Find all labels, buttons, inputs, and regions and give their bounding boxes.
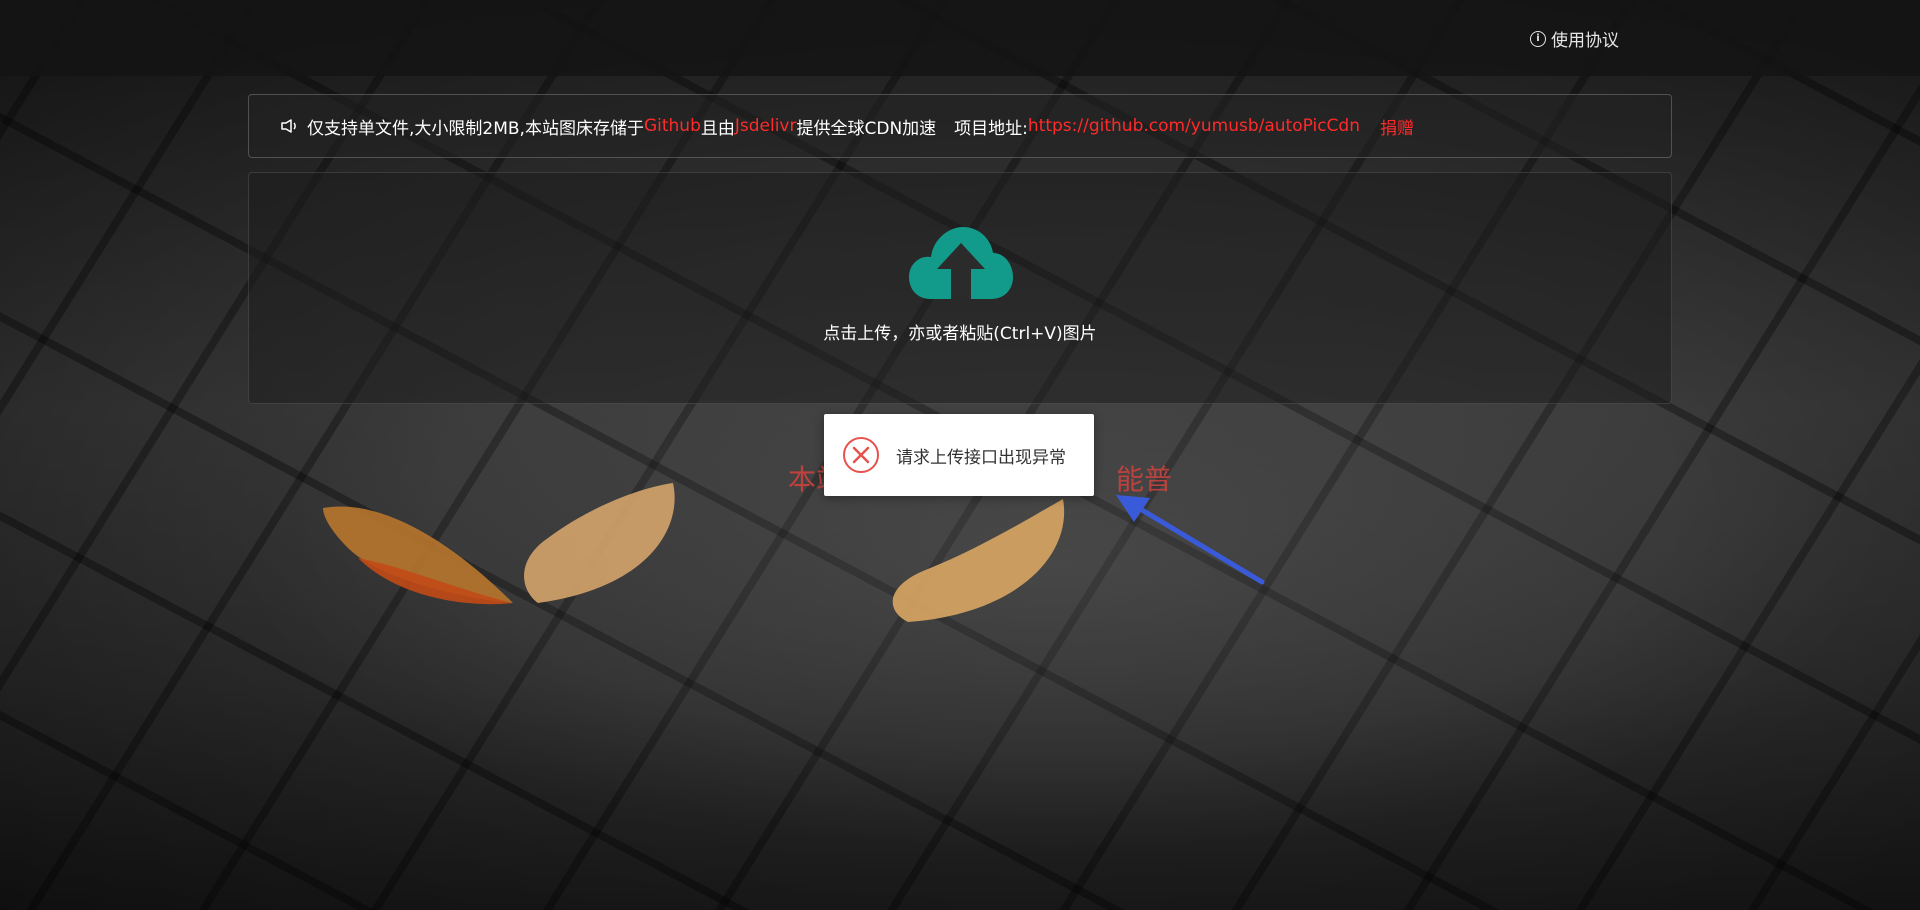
- terms-link[interactable]: i 使用协议: [1530, 26, 1619, 51]
- project-url-link[interactable]: https://github.com/yumusb/autoPicCdn: [1028, 116, 1360, 136]
- error-toast: 请求上传接口出现异常: [824, 414, 1094, 496]
- donate-link[interactable]: 捐赠: [1380, 114, 1414, 139]
- github-link[interactable]: Github: [644, 116, 701, 136]
- notice-text: 且由: [700, 118, 735, 139]
- toast-message: 请求上传接口出现异常: [896, 447, 1066, 468]
- terms-label: 使用协议: [1551, 31, 1619, 51]
- info-icon: i: [1530, 30, 1546, 47]
- leaf-decoration: [323, 506, 513, 605]
- error-icon: [843, 437, 879, 473]
- hidden-text-right: 能普: [1116, 463, 1173, 496]
- project-label: 项目地址:: [954, 118, 1028, 139]
- top-navbar: i 使用协议: [0, 0, 1920, 76]
- cloud-upload-icon: [909, 227, 1013, 299]
- notice-bar: 仅支持单文件,大小限制2MB,本站图床存储于 Github 且由 Jsdeliv…: [248, 94, 1672, 158]
- leaf-decoration: [892, 499, 1065, 622]
- jsdelivr-link[interactable]: Jsdelivr: [735, 116, 797, 136]
- upload-hint: 点击上传，亦或者粘贴(Ctrl+V)图片: [823, 324, 1097, 344]
- notice-text: 仅支持单文件,大小限制2MB,本站图床存储于: [307, 118, 644, 139]
- speaker-icon: [281, 119, 296, 133]
- annotation-arrow: [1116, 495, 1265, 585]
- notice-text: 提供全球CDN加速: [796, 118, 937, 139]
- upload-dropzone[interactable]: 点击上传，亦或者粘贴(Ctrl+V)图片: [248, 172, 1672, 404]
- leaf-decoration: [524, 483, 675, 603]
